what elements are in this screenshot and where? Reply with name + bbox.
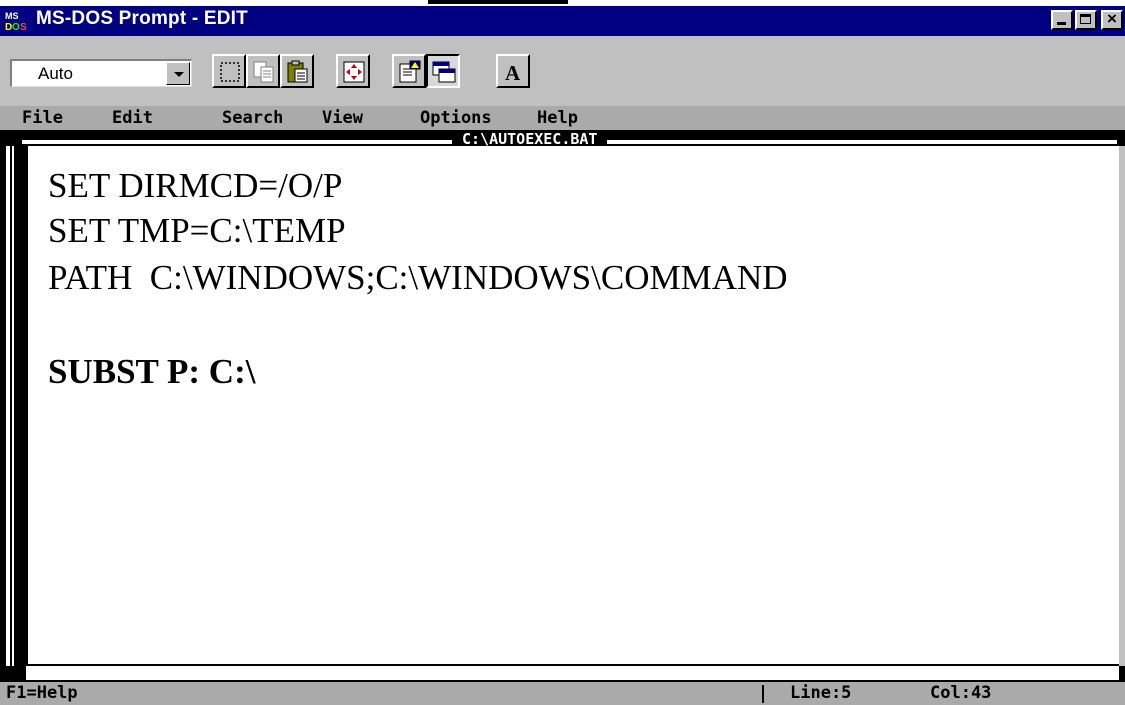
status-help: F1=Help bbox=[6, 683, 78, 703]
menu-edit[interactable]: Edit bbox=[112, 108, 153, 128]
svg-text:A: A bbox=[505, 61, 521, 85]
menu-file[interactable]: File bbox=[22, 108, 63, 128]
menu-search[interactable]: Search bbox=[222, 108, 283, 128]
msdos-icon: MS D O S bbox=[4, 10, 32, 32]
editor-window: C:\AUTOEXEC.BAT SET DIRMCD=/O/P SET TMP=… bbox=[0, 130, 1125, 682]
paste-icon bbox=[287, 60, 308, 83]
menu-help[interactable]: Help bbox=[537, 108, 578, 128]
minimize-icon bbox=[1057, 22, 1066, 25]
status-bar: F1=Help Line:5 Col:43 bbox=[0, 682, 1125, 705]
maximize-button[interactable] bbox=[1075, 10, 1097, 30]
vertical-scrollbar[interactable] bbox=[1119, 146, 1125, 666]
cropped-highlight-bar bbox=[428, 0, 568, 4]
editor-text-area[interactable]: SET DIRMCD=/O/P SET TMP=C:\TEMP PATH C:\… bbox=[26, 146, 1119, 664]
font-size-select[interactable]: Auto bbox=[10, 59, 192, 87]
mark-button[interactable] bbox=[212, 54, 246, 88]
svg-text:S: S bbox=[20, 22, 27, 32]
editor-filename: C:\AUTOEXEC.BAT bbox=[452, 132, 608, 146]
maximize-icon bbox=[1080, 14, 1091, 24]
font-icon: A bbox=[505, 61, 521, 85]
menu-bar: File Edit Search View Options Help bbox=[0, 106, 1125, 130]
svg-text:O: O bbox=[12, 22, 20, 32]
minimize-button[interactable] bbox=[1051, 10, 1073, 30]
horizontal-scrollbar[interactable] bbox=[26, 664, 1119, 680]
code-line: SET TMP=C:\TEMP bbox=[48, 211, 346, 250]
menu-view[interactable]: View bbox=[322, 108, 363, 128]
editor-left-border-inner bbox=[12, 146, 14, 666]
toolbar: Auto A bbox=[0, 36, 1125, 106]
close-icon: × bbox=[1107, 9, 1117, 28]
properties-button[interactable] bbox=[392, 54, 426, 88]
status-line: Line:5 bbox=[790, 683, 852, 703]
background-icon bbox=[432, 61, 456, 83]
window-title: MS-DOS Prompt - EDIT bbox=[36, 8, 248, 29]
status-column: Col:43 bbox=[930, 683, 992, 703]
window-controls: × bbox=[1051, 9, 1123, 30]
font-button[interactable]: A bbox=[496, 54, 530, 88]
copy-button[interactable] bbox=[246, 54, 280, 88]
menu-options[interactable]: Options bbox=[420, 108, 492, 128]
fullscreen-button[interactable] bbox=[336, 54, 370, 88]
close-button[interactable]: × bbox=[1101, 9, 1123, 30]
background-button[interactable] bbox=[426, 54, 460, 88]
code-line: SUBST P: C:\ bbox=[48, 352, 256, 391]
copy-icon bbox=[253, 61, 274, 83]
editor-left-border bbox=[6, 146, 10, 666]
mark-icon bbox=[220, 62, 240, 82]
paste-button[interactable] bbox=[280, 54, 314, 88]
chevron-down-icon[interactable] bbox=[166, 62, 190, 85]
svg-text:MS: MS bbox=[5, 11, 19, 21]
fullscreen-icon bbox=[343, 61, 365, 83]
font-size-value: Auto bbox=[38, 64, 73, 83]
properties-icon bbox=[399, 60, 421, 83]
status-separator bbox=[762, 685, 764, 703]
code-line: PATH C:\WINDOWS;C:\WINDOWS\COMMAND bbox=[48, 258, 788, 297]
code-line: SET DIRMCD=/O/P bbox=[48, 166, 343, 205]
title-bar[interactable]: MS D O S MS-DOS Prompt - EDIT × bbox=[0, 6, 1125, 36]
